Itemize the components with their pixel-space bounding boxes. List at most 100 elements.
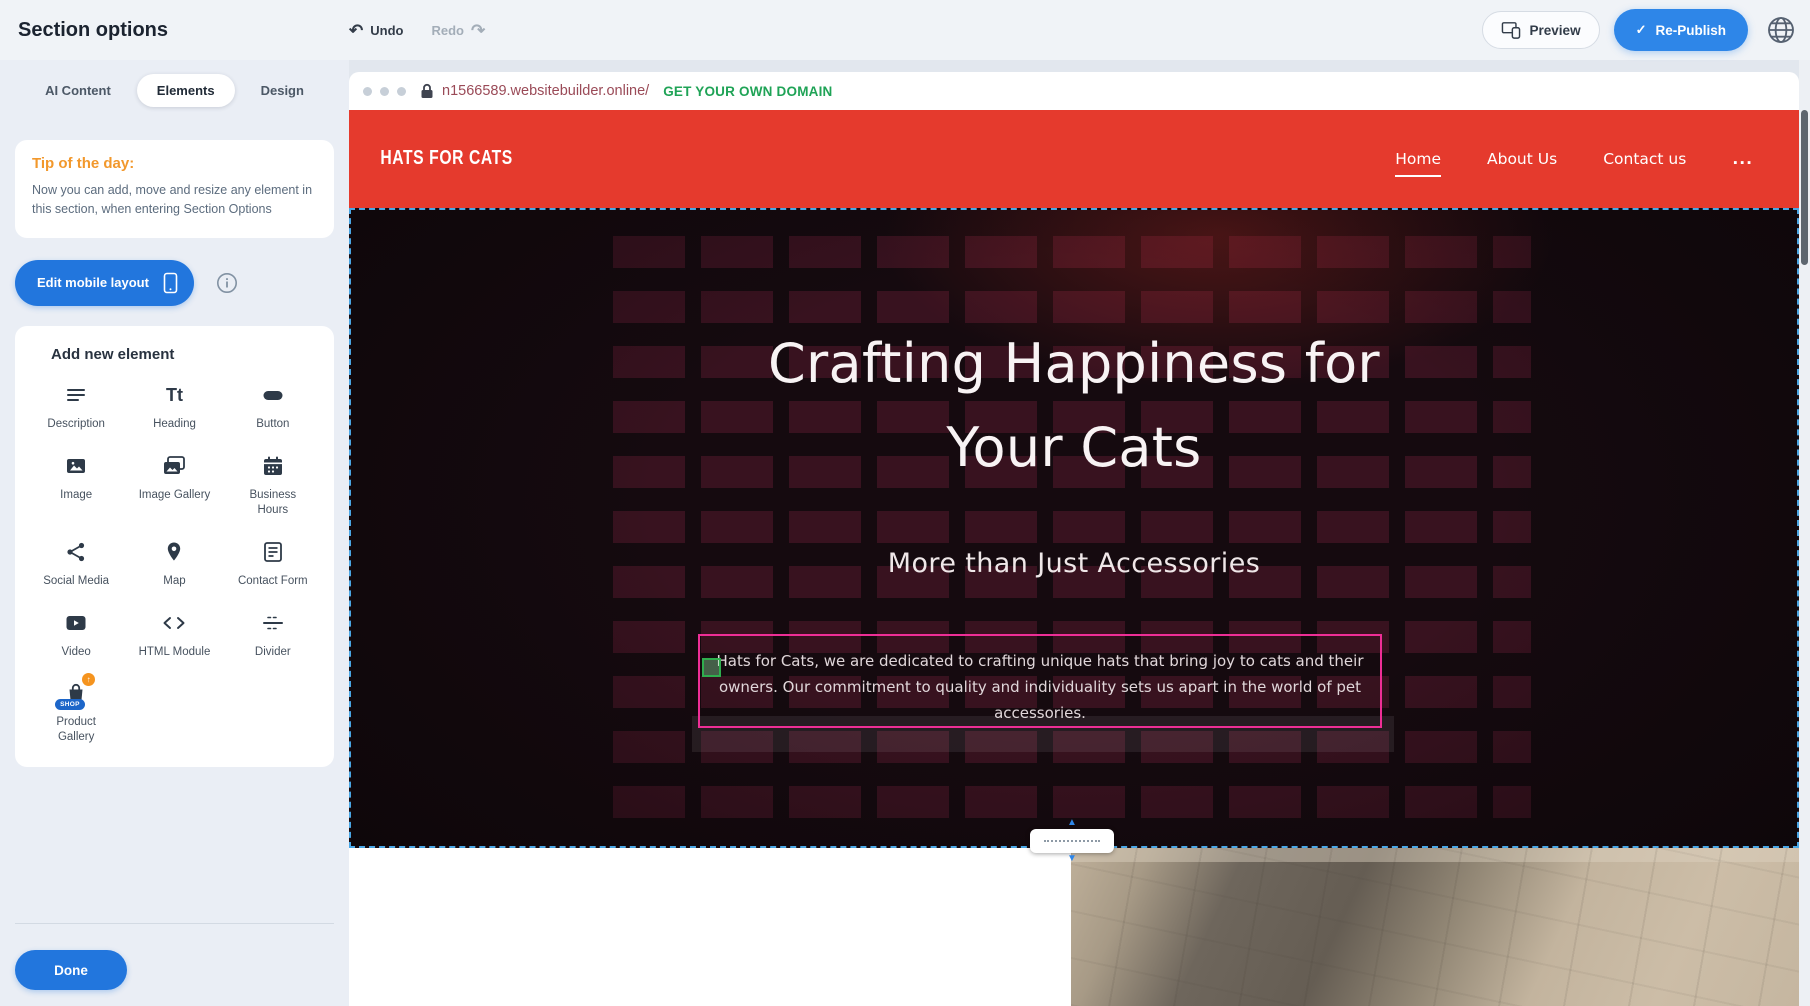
nav-contact-us[interactable]: Contact us [1603,150,1686,168]
topbar: Section options ↶ Undo Redo ↷ Preview [0,0,1810,60]
element-divider[interactable]: Divider [224,609,322,660]
site-header[interactable]: HATS FOR CATS Home About Us Contact us .… [349,110,1799,208]
devices-icon [1501,21,1521,39]
element-grid: Description Tt Heading Button [27,381,322,746]
element-social-media[interactable]: Social Media [27,538,125,589]
preview-label: Preview [1530,23,1581,38]
element-label: HTML Module [139,645,211,660]
element-image-gallery[interactable]: Image Gallery [125,452,223,518]
html-module-icon [161,609,187,637]
image-gallery-icon [161,452,187,480]
window-dot [363,87,372,96]
element-map[interactable]: Map [125,538,223,589]
info-icon [216,272,238,294]
element-label: Video [62,645,91,660]
site-logo[interactable]: HATS FOR CATS [380,148,512,171]
element-label: Image Gallery [139,488,211,503]
hero-heading-line2: Your Cats [351,406,1797,490]
tab-design[interactable]: Design [245,74,320,107]
undo-button[interactable]: ↶ Undo [349,22,403,39]
hero-section-selected[interactable]: Crafting Happiness for Your Cats More th… [349,208,1799,848]
lock-icon [420,83,434,99]
map-icon [162,538,186,566]
hero-subheading[interactable]: More than Just Accessories [351,548,1797,579]
element-contact-form[interactable]: Contact Form [224,538,322,589]
redo-icon: ↷ [471,22,485,39]
arrow-down-icon: ▼ [1067,854,1077,864]
edit-mobile-layout-button[interactable]: Edit mobile layout [15,260,194,306]
selected-text-element[interactable]: Hats for Cats, we are dedicated to craft… [698,634,1382,728]
undo-label: Undo [370,23,403,38]
shop-badge: SHOP [55,699,85,710]
site-preview-frame: n1566589.websitebuilder.online/ GET YOUR… [349,72,1799,1006]
tip-title: Tip of the day: [32,155,317,172]
description-icon [64,381,88,409]
product-gallery-icon: SHOP ↑ [64,679,88,707]
image-icon [64,452,88,480]
phone-icon [163,272,178,294]
element-label: Button [256,417,289,432]
section-resize-grip[interactable] [1030,829,1114,853]
page-title: Section options [18,19,349,42]
element-label: Heading [153,417,196,432]
social-media-icon [64,538,88,566]
section-resize-handle[interactable]: ▲ ▼ [1030,818,1114,864]
browser-address-bar: n1566589.websitebuilder.online/ GET YOUR… [349,72,1799,110]
page-scrollbar [1799,60,1810,1006]
hero-heading[interactable]: Crafting Happiness for Your Cats [351,322,1797,489]
divider-icon [261,609,285,637]
hero-paragraph[interactable]: Hats for Cats, we are dedicated to craft… [706,649,1374,726]
editor-canvas: n1566589.websitebuilder.online/ GET YOUR… [349,60,1810,1006]
heading-icon: Tt [166,381,183,409]
button-icon [261,381,285,409]
scrollbar-thumb[interactable] [1801,110,1808,265]
redo-button[interactable]: Redo ↷ [431,22,485,39]
republish-label: Re-Publish [1655,23,1726,38]
sidebar-divider [15,923,334,924]
window-dots [363,87,406,96]
republish-button[interactable]: ✓ Re-Publish [1614,9,1748,51]
next-section-blank [349,848,1071,1006]
element-business-hours[interactable]: Business Hours [224,452,322,518]
website-preview: HATS FOR CATS Home About Us Contact us .… [349,110,1799,1006]
tip-of-the-day-card: Tip of the day: Now you can add, move an… [15,140,334,238]
site-url: n1566589.websitebuilder.online/ [442,83,649,99]
edit-mobile-label: Edit mobile layout [37,275,149,290]
element-label: Contact Form [238,574,308,589]
element-label: Map [163,574,185,589]
contact-form-icon [261,538,285,566]
business-hours-icon [261,452,285,480]
element-heading[interactable]: Tt Heading [125,381,223,432]
pavement-photo[interactable] [1071,848,1799,1006]
element-product-gallery[interactable]: SHOP ↑ Product Gallery [27,679,125,745]
element-image[interactable]: Image [27,452,125,518]
next-section [349,848,1799,1006]
window-dot [380,87,389,96]
element-label: Social Media [43,574,109,589]
element-label: Image [60,488,92,503]
nav-about-us[interactable]: About Us [1487,150,1557,168]
upgrade-badge-icon: ↑ [82,673,95,686]
element-button[interactable]: Button [224,381,322,432]
redo-label: Redo [431,23,464,38]
tab-ai-content[interactable]: AI Content [29,74,127,107]
element-video[interactable]: Video [27,609,125,660]
done-button[interactable]: Done [15,950,127,990]
nav-home[interactable]: Home [1395,150,1441,168]
element-resize-handle[interactable] [702,658,721,677]
preview-button[interactable]: Preview [1482,11,1600,49]
info-button[interactable] [216,272,238,294]
site-nav: Home About Us Contact us ... [1395,150,1753,168]
tab-elements[interactable]: Elements [137,74,235,107]
element-description[interactable]: Description [27,381,125,432]
sidebar-tabs: AI Content Elements Design [0,72,349,108]
add-new-element-panel: Add new element Description Tt Heading [15,326,334,768]
nav-more[interactable]: ... [1732,150,1753,168]
window-dot [397,87,406,96]
globe-icon [1765,14,1797,46]
undo-icon: ↶ [349,22,363,39]
language-globe-button[interactable] [1762,11,1800,49]
element-label: Business Hours [237,488,309,518]
get-domain-link[interactable]: GET YOUR OWN DOMAIN [663,84,832,99]
element-html-module[interactable]: HTML Module [125,609,223,660]
